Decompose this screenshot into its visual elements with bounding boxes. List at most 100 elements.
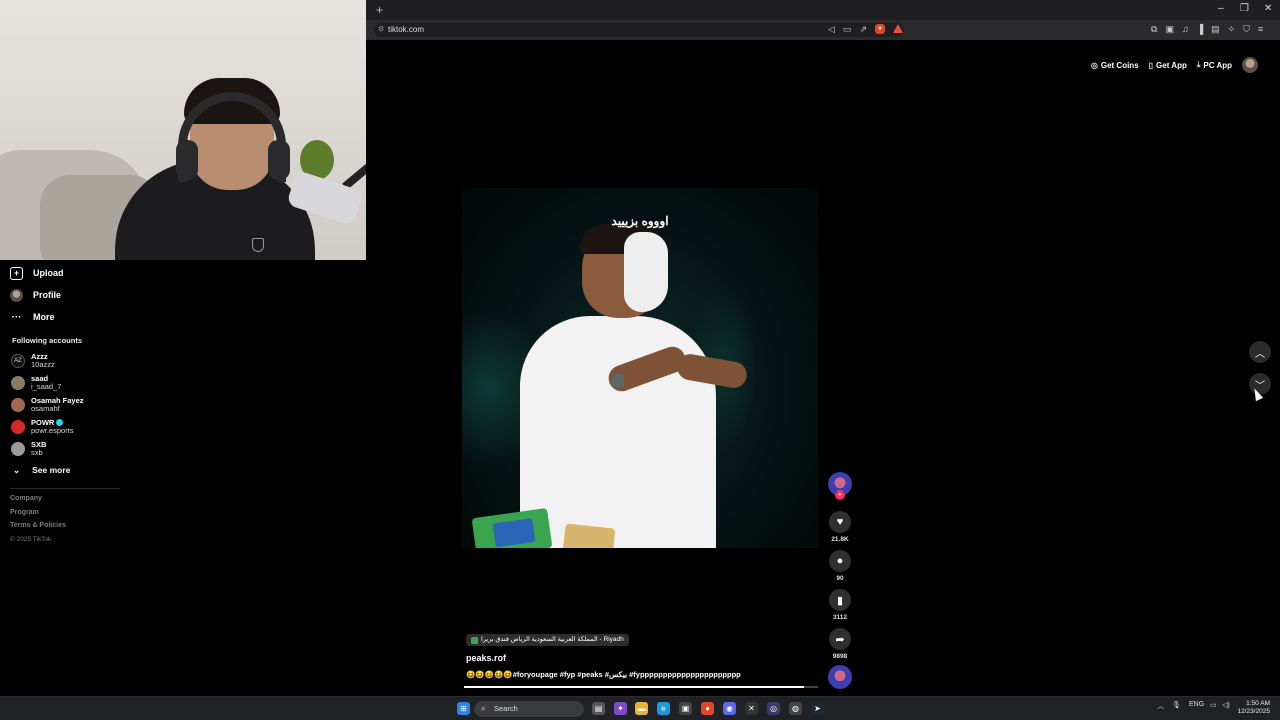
file-explorer-icon[interactable]: ▬ <box>635 702 648 715</box>
footer-link-company[interactable]: Company <box>10 495 120 509</box>
following-account[interactable]: saad i_saad_7 <box>10 372 120 394</box>
site-settings-icon[interactable]: ⚙ <box>378 23 384 37</box>
see-more-button[interactable]: ⌄ See more <box>10 460 120 480</box>
comment-action[interactable]: ● 90 <box>826 550 854 582</box>
steam-icon[interactable]: ➤ <box>811 702 824 715</box>
store-icon[interactable]: ▣ <box>679 702 692 715</box>
save-count: 3112 <box>832 614 848 621</box>
sidebar-item-label: Upload <box>33 268 64 278</box>
extensions-icon[interactable]: ⧉ <box>1151 24 1157 35</box>
person-shirt <box>520 316 716 548</box>
app-icon[interactable]: ◎ <box>767 702 780 715</box>
media-icon[interactable]: ♫ <box>1182 24 1189 35</box>
following-account[interactable]: Osamah Fayez osamahf <box>10 394 120 416</box>
account-username: 10azzz <box>31 360 55 369</box>
video-description: 😆😆😆😆😆#foryoupage #fyp #peaks #بيكس #fypp… <box>466 670 741 679</box>
sidebar-icon[interactable]: ▐ <box>1197 24 1203 35</box>
maximize-button[interactable]: ❐ <box>1240 3 1249 14</box>
account-names: POWR powr.esports <box>31 418 74 436</box>
address-bar[interactable]: ⚙ tiktok.com <box>374 23 904 37</box>
chrome-icon[interactable]: ◍ <box>789 702 802 715</box>
previous-video-button[interactable]: ︿ <box>1249 341 1271 363</box>
browser-tab-strip: + – ❐ ✕ <box>366 0 1280 20</box>
get-coins-link[interactable]: ◎ Get Coins <box>1091 61 1139 70</box>
save-action[interactable]: ▮ 3112 <box>826 589 854 621</box>
app-icon[interactable]: ✕ <box>745 702 758 715</box>
following-account[interactable]: SXB sxb <box>10 438 120 460</box>
phone-icon: ▯ <box>1148 60 1154 70</box>
creator-avatar-follow[interactable]: + <box>826 472 854 500</box>
wallet-icon[interactable]: ▤ <box>1211 24 1220 35</box>
account-names: saad i_saad_7 <box>31 374 61 392</box>
discord-icon[interactable]: ◉ <box>723 702 736 715</box>
language-indicator[interactable]: ENG <box>1189 701 1204 708</box>
cast-icon[interactable]: ▭ <box>843 24 852 35</box>
footer-link-terms[interactable]: Terms & Policies <box>10 522 120 536</box>
video-player[interactable]: اوووه بزيييد <box>462 188 818 548</box>
chevron-up-icon: ︿ <box>1255 348 1265 360</box>
like-action[interactable]: ♥ 21.8K <box>826 511 854 543</box>
taskbar-search[interactable]: ⌕ Search <box>474 701 584 717</box>
pc-app-link[interactable]: ⤓ PC App <box>1197 60 1232 70</box>
share-icon[interactable]: ⇗ <box>859 24 867 35</box>
share-count: 9898 <box>832 653 848 660</box>
face-mask <box>624 232 668 312</box>
headphone-cup-left <box>176 140 198 180</box>
video-progress-bar[interactable] <box>464 686 818 688</box>
screenshot-icon[interactable]: ▣ <box>1165 24 1174 35</box>
account-avatar <box>11 376 25 390</box>
browser-toolbar: ⚙ tiktok.com ◁ ▭ ⇗ ♦ ⧉ ▣ ♫ ▐ ▤ ✧ ⛉ ≡ <box>366 20 1280 40</box>
volume-icon[interactable]: ◁) <box>1222 701 1230 709</box>
address-actions: ◁ ▭ ⇗ ♦ <box>828 24 903 35</box>
follow-plus-icon[interactable]: + <box>835 490 845 500</box>
mute-tab-icon[interactable]: ◁ <box>828 24 835 35</box>
leo-icon[interactable]: ✧ <box>1228 24 1236 35</box>
plus-square-icon: + <box>10 266 23 280</box>
brave-shields-icon[interactable]: ♦ <box>874 24 885 34</box>
user-avatar[interactable] <box>1242 57 1258 73</box>
video-text-overlay: اوووه بزيييد <box>611 214 669 228</box>
microphone-icon[interactable]: 🎙 <box>1172 701 1181 709</box>
get-app-link[interactable]: ▯ Get App <box>1149 61 1187 70</box>
smartwatch <box>612 374 624 388</box>
download-icon: ⤓ <box>1196 60 1201 69</box>
clock-date: 12/23/2025 <box>1237 708 1270 715</box>
clock-time: 1:50 AM <box>1246 700 1270 707</box>
windows-start-icon[interactable]: ⊞ <box>457 702 470 715</box>
bookmark-icon[interactable]: ▮ <box>829 589 851 611</box>
more-dots-icon: ··· <box>11 311 22 323</box>
webcam-overlay <box>0 0 366 260</box>
menu-icon[interactable]: ≡ <box>1258 24 1263 35</box>
share-arrow-icon[interactable]: ➦ <box>829 628 851 650</box>
following-account[interactable]: POWR powr.esports <box>10 416 120 438</box>
video-author[interactable]: peaks.rof <box>466 653 506 663</box>
heart-icon[interactable]: ♥ <box>829 511 851 533</box>
search-placeholder: Search <box>494 704 518 713</box>
task-view-icon[interactable]: ▤ <box>592 702 605 715</box>
minimize-button[interactable]: – <box>1218 3 1224 14</box>
new-tab-button[interactable]: + <box>376 3 383 17</box>
sidebar-divider <box>10 488 120 489</box>
footer-link-program[interactable]: Program <box>10 509 120 523</box>
brave-rewards-icon[interactable] <box>892 24 903 33</box>
close-window-button[interactable]: ✕ <box>1264 3 1272 14</box>
tray-overflow-icon[interactable]: ︿ <box>1157 701 1164 711</box>
brave-icon[interactable]: ♦ <box>701 702 714 715</box>
creator-avatar[interactable]: + <box>828 472 852 500</box>
edge-icon[interactable]: e <box>657 702 670 715</box>
sidebar-item-more[interactable]: ··· More <box>10 306 120 328</box>
music-disc-icon[interactable] <box>828 665 852 689</box>
location-tag[interactable]: المملكة العربية السعودية الرياض فندق بري… <box>466 634 629 646</box>
share-action[interactable]: ➦ 9898 <box>826 628 854 660</box>
get-app-label: Get App <box>1156 60 1187 70</box>
comment-count: 90 <box>836 575 844 582</box>
network-icon[interactable]: ▭ <box>1210 701 1217 709</box>
comment-icon[interactable]: ● <box>829 550 851 572</box>
sidebar-item-profile[interactable]: Profile <box>10 284 120 306</box>
music-disc[interactable] <box>826 665 854 689</box>
sidebar-item-upload[interactable]: + Upload <box>10 262 120 284</box>
vpn-icon[interactable]: ⛉ <box>1243 24 1250 35</box>
copilot-icon[interactable]: ✦ <box>614 702 627 715</box>
taskbar-clock[interactable]: 1:50 AM 12/23/2025 <box>1237 700 1270 716</box>
following-account[interactable]: AZ Azzz 10azzz <box>10 350 120 372</box>
